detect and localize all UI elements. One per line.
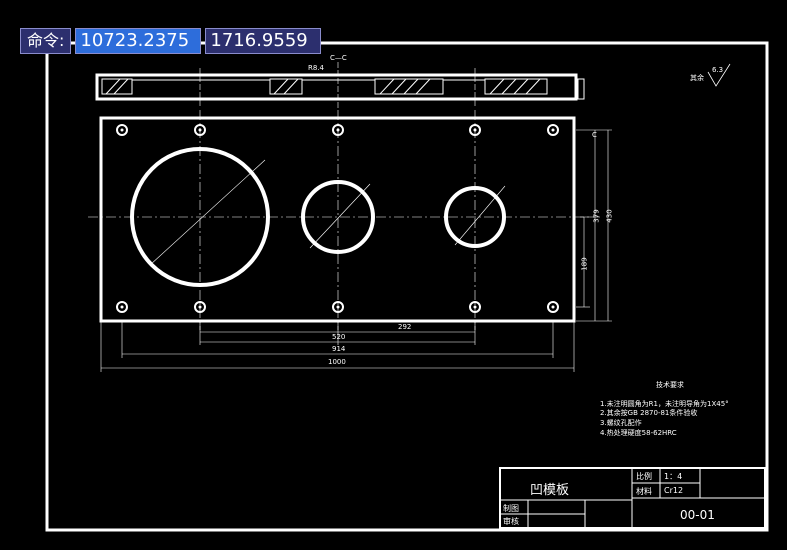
material-value: Cr12 <box>664 486 684 495</box>
command-line: 命令: 10723.2375 1716.9559 <box>20 28 322 54</box>
dim-430: 430 <box>605 209 614 223</box>
material-label: 材料 <box>636 487 652 496</box>
dim-379: 379 <box>592 209 601 223</box>
part-name: 凹模板 <box>530 483 570 498</box>
scale-label: 比例 <box>636 472 652 481</box>
drawing-border <box>45 41 769 532</box>
coordinate-y-input[interactable]: 1716.9559 <box>205 28 322 54</box>
c-mark: C <box>592 131 597 139</box>
drawing-number: 00-01 <box>680 508 715 522</box>
checked-label: 审核 <box>503 517 519 526</box>
section-label: C—C <box>330 54 347 62</box>
drawn-label: 制图 <box>503 504 519 513</box>
drawing-canvas[interactable] <box>0 0 787 550</box>
dim-r8: R8.4 <box>308 64 324 72</box>
tech-req-item-2: 2.其余按GB 2870-81条件验收 <box>600 409 698 417</box>
tech-req-item-4: 4.热处理硬度58-62HRC <box>600 429 677 437</box>
dimension-lines <box>100 129 612 372</box>
dim-292: 292 <box>398 323 412 331</box>
plan-view <box>88 110 590 330</box>
tech-req-item-1: 1.未注明圆角为R1，未注明导角为1X45° <box>600 400 729 408</box>
roughness-label: 其余 <box>690 74 704 82</box>
dim-914: 914 <box>332 345 346 353</box>
roughness-value: 6.3 <box>712 66 724 74</box>
dim-189: 189 <box>580 257 589 271</box>
scale-value: 1：4 <box>664 472 683 481</box>
dim-520: 520 <box>332 333 346 341</box>
coordinate-x-input[interactable]: 10723.2375 <box>75 28 202 54</box>
command-prompt-label: 命令: <box>20 28 72 54</box>
title-block <box>499 467 766 529</box>
dim-1000: 1000 <box>328 358 346 366</box>
tech-req-item-3: 3.螺纹孔配作 <box>600 419 642 427</box>
section-view <box>95 62 585 108</box>
tech-req-title: 技术要求 <box>656 381 684 389</box>
